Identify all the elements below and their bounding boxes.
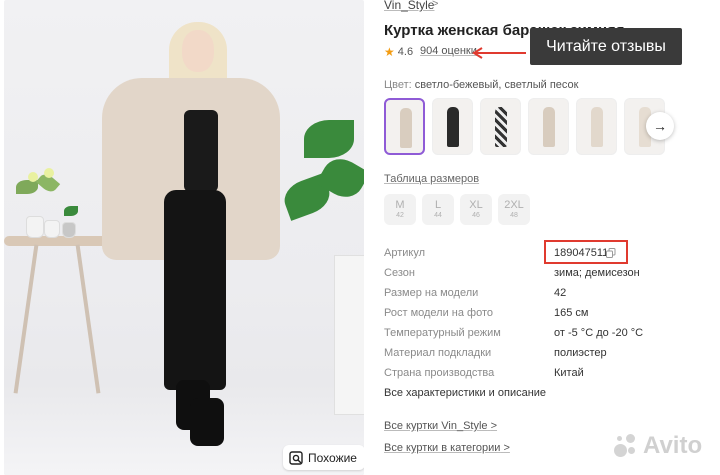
spec-key: Материал подкладки xyxy=(384,347,492,359)
rating: ★ 4.6 xyxy=(384,45,413,59)
red-arrow-annotation xyxy=(472,47,526,59)
similar-button-label: Похожие xyxy=(308,450,357,465)
spec-value: от -5 °C до -20 °C xyxy=(554,327,644,339)
size-number: 48 xyxy=(510,211,518,219)
color-swatch[interactable] xyxy=(432,98,473,155)
watermark-text: Avito xyxy=(643,432,703,459)
spec-row: Материал подкладки полиэстер xyxy=(384,347,720,367)
spec-row: Страна производства Китай xyxy=(384,367,720,387)
spec-value: 165 см xyxy=(554,307,589,319)
chevron-right-icon: > xyxy=(503,442,510,454)
photo-side-table xyxy=(4,236,110,246)
color-label-key: Цвет: xyxy=(384,79,412,91)
spec-value: полиэстер xyxy=(554,347,607,359)
star-icon: ★ xyxy=(384,45,395,59)
size-label: 2XL xyxy=(504,198,524,211)
photo-leaf xyxy=(304,120,354,158)
photo-model-face xyxy=(182,30,214,72)
spec-row: Температурный режим от -5 °C до -20 °C xyxy=(384,327,720,347)
chevron-right-icon: > xyxy=(490,420,498,432)
size-option[interactable]: 2XL 48 xyxy=(498,194,530,225)
photo-flower xyxy=(44,168,54,178)
all-category-jackets-link[interactable]: Все куртки в категории > xyxy=(384,442,510,454)
link-label: Все куртки Vin_Style xyxy=(384,420,488,432)
avito-logo-icon xyxy=(612,432,640,460)
spec-key: Сезон xyxy=(384,267,415,279)
color-swatches xyxy=(384,98,665,155)
color-swatch[interactable] xyxy=(480,98,521,155)
copy-icon[interactable] xyxy=(606,248,616,258)
all-brand-jackets-link[interactable]: Все куртки Vin_Style > xyxy=(384,420,497,432)
color-value: светло-бежевый, светлый песок xyxy=(414,79,579,91)
photo-pot xyxy=(62,222,76,238)
color-label: Цвет: светло-бежевый, светлый песок xyxy=(384,79,578,91)
photo-table-leg xyxy=(13,244,39,394)
link-label: Все куртки в категории xyxy=(384,442,501,454)
size-option[interactable]: L 44 xyxy=(422,194,454,225)
size-label: M xyxy=(395,198,405,211)
photo-table-leg xyxy=(75,244,101,394)
color-swatch[interactable] xyxy=(384,98,425,155)
color-swatch[interactable] xyxy=(528,98,569,155)
photo-model-top xyxy=(184,110,218,192)
spec-key: Страна производства xyxy=(384,367,495,379)
size-number: 44 xyxy=(434,211,442,219)
chevron-right-icon: > xyxy=(432,0,439,10)
spec-row: Рост модели на фото 165 см xyxy=(384,307,720,327)
spec-value: Китай xyxy=(554,367,584,379)
size-label: XL xyxy=(469,198,483,211)
photo-model-legs xyxy=(164,190,226,390)
photo-leaf xyxy=(16,180,38,194)
arrow-right-icon[interactable]: → xyxy=(646,112,674,140)
all-characteristics-link[interactable]: Все характеристики и описание xyxy=(384,387,546,399)
spec-value: 42 xyxy=(554,287,567,299)
avito-watermark: Avito xyxy=(612,432,702,460)
product-photo[interactable]: Похожие xyxy=(4,0,364,475)
rating-value: 4.6 xyxy=(397,46,414,58)
photo-big-pot xyxy=(334,255,364,415)
size-option[interactable]: M 42 xyxy=(384,194,416,225)
spec-key: Рост модели на фото xyxy=(384,307,494,319)
brand-link[interactable]: Vin_Style xyxy=(384,0,434,12)
photo-pot xyxy=(44,220,60,238)
color-swatch[interactable] xyxy=(576,98,617,155)
spec-row: Сезон зима; демисезон xyxy=(384,267,720,287)
photo-model-boot xyxy=(190,398,224,446)
photo-pot xyxy=(26,216,44,238)
spec-key: Температурный режим xyxy=(384,327,501,339)
size-label: L xyxy=(434,198,442,211)
photo-leaf xyxy=(64,206,78,216)
search-image-icon xyxy=(289,450,303,465)
size-number: 42 xyxy=(396,211,404,219)
spec-row: Размер на модели 42 xyxy=(384,287,720,307)
similar-button[interactable]: Похожие xyxy=(283,445,364,470)
product-info-panel: Vin_Style > Куртка женская барашек зимня… xyxy=(384,0,720,475)
size-option[interactable]: XL 46 xyxy=(460,194,492,225)
spec-key: Артикул xyxy=(384,247,426,259)
photo-flower xyxy=(28,172,38,182)
spec-key: Размер на модели xyxy=(384,287,479,299)
size-options: M 42 L 44 XL 46 2XL 48 xyxy=(384,194,530,225)
read-reviews-annotation: Читайте отзывы xyxy=(530,28,682,65)
spec-value: зима; демисезон xyxy=(554,267,640,279)
size-table-link[interactable]: Таблица размеров xyxy=(384,173,479,185)
size-number: 46 xyxy=(472,211,480,219)
